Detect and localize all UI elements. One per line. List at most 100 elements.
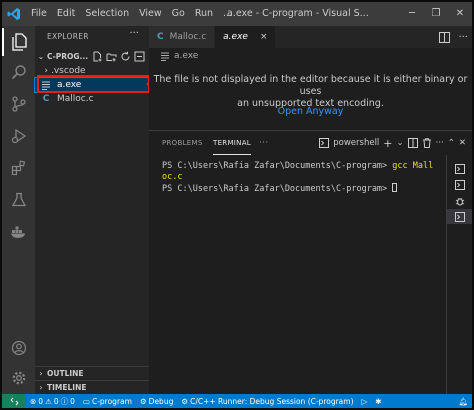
outline-section[interactable]: › OUTLINE xyxy=(35,366,149,380)
menu-go[interactable]: Go xyxy=(167,2,190,26)
split-terminal-icon[interactable] xyxy=(407,138,418,148)
close-icon[interactable]: ✕ xyxy=(448,2,472,26)
chevron-down-icon[interactable]: ⌄ xyxy=(397,138,404,148)
refresh-icon[interactable] xyxy=(120,51,131,62)
account-icon[interactable] xyxy=(2,334,35,362)
terminal-instance-4[interactable] xyxy=(447,209,472,224)
debug-label: Debug xyxy=(148,396,174,406)
menu-selection[interactable]: Selection xyxy=(80,2,134,26)
tab-malloc-c[interactable]: C Malloc.c xyxy=(149,26,216,48)
status-bar: ⊗ 0 ⚠ 0 ⓘ 0 ▭ C-program ⚙ Debug ⚙ C/C++ Runner… xyxy=(2,394,472,408)
window-title: a.exe - C-program - Visual S... xyxy=(227,8,369,19)
trash-icon[interactable] xyxy=(422,138,432,148)
play-icon: ▷ xyxy=(361,396,368,406)
project-header[interactable]: ⌄ C-PROG... xyxy=(35,48,149,64)
run-debug-icon[interactable] xyxy=(2,122,35,150)
notifications-status[interactable]: 🔔︎ xyxy=(454,397,472,406)
new-folder-icon[interactable] xyxy=(106,51,117,62)
message-line-1: The file is not displayed in the editor … xyxy=(153,74,468,97)
tree-item-label: Malloc.c xyxy=(57,94,94,104)
timeline-label: TIMELINE xyxy=(47,383,87,392)
info-icon: ⓘ xyxy=(60,396,69,406)
docker-icon[interactable] xyxy=(2,218,35,246)
open-anyway-label[interactable]: Open Anyway xyxy=(278,106,344,117)
tab-a-exe[interactable]: a.exe × xyxy=(215,26,277,48)
menu-run[interactable]: Run xyxy=(190,2,218,26)
menu-file[interactable]: File xyxy=(26,2,52,26)
debug-run-status[interactable]: ✱ xyxy=(371,397,385,406)
debug-console-icon xyxy=(455,179,465,190)
tree-item-malloc-c[interactable]: C Malloc.c xyxy=(35,92,149,106)
restore-icon[interactable]: ❐ xyxy=(424,2,448,26)
panel-toolbar: powershell + ⌄ ··· ⌃ ✕ xyxy=(319,131,466,155)
split-editor-icon[interactable] xyxy=(439,31,451,43)
remote-icon[interactable] xyxy=(2,394,26,408)
sidebar-more-icon[interactable]: ··· xyxy=(129,28,139,39)
sidebar-title: EXPLORER xyxy=(47,32,89,41)
terminal-line: PS C:\Users\Rafia Zafar\Documents\C-prog… xyxy=(162,183,433,195)
run-status[interactable]: ▷ xyxy=(358,397,372,406)
bell-icon: 🔔︎ xyxy=(458,396,468,406)
timeline-section[interactable]: › TIMELINE xyxy=(35,380,149,394)
menu-edit[interactable]: Edit xyxy=(52,2,80,26)
vscode-window: File Edit Selection View Go Run ... a.ex… xyxy=(0,0,474,410)
chevron-right-icon: › xyxy=(39,369,43,378)
maximize-panel-icon[interactable]: ⌃ xyxy=(448,138,455,148)
source-control-icon[interactable] xyxy=(2,90,35,118)
runner-status[interactable]: ⚙ C/C++ Runner: Debug Session (C-program) xyxy=(177,397,357,406)
binary-file-icon xyxy=(161,52,169,61)
terminal-instance-3[interactable] xyxy=(447,193,472,208)
editor-tabs: C Malloc.c a.exe × ··· xyxy=(149,26,472,48)
tab-actions: ··· xyxy=(439,26,468,48)
close-panel-icon[interactable]: ✕ xyxy=(459,138,466,148)
minimize-icon[interactable]: ─ xyxy=(400,2,424,26)
warning-icon: ⚠ xyxy=(45,396,52,406)
problems-status[interactable]: ⊗ 0 ⚠ 0 ⓘ 0 xyxy=(26,396,79,407)
vscode-logo-icon xyxy=(2,2,26,26)
shell-name[interactable]: powershell xyxy=(333,138,379,148)
close-tab-icon[interactable]: × xyxy=(260,32,268,42)
window-controls: ─ ❐ ✕ xyxy=(400,2,472,26)
debug-console-icon xyxy=(455,163,465,174)
search-icon[interactable] xyxy=(2,58,35,86)
tab-terminal[interactable]: TERMINAL xyxy=(213,131,251,155)
terminal-cursor xyxy=(392,183,398,192)
open-anyway-link[interactable]: Open Anyway xyxy=(149,106,472,117)
c-file-icon: C xyxy=(42,94,50,104)
terminal-icon xyxy=(455,211,465,222)
explorer-icon[interactable] xyxy=(2,28,35,56)
folder-status[interactable]: ▭ C-program xyxy=(79,397,136,406)
extensions-icon[interactable] xyxy=(2,154,35,182)
terminal-instance-1[interactable] xyxy=(447,161,472,176)
error-count: 0 xyxy=(38,396,44,406)
editor-area: The file is not displayed in the editor … xyxy=(149,64,472,128)
collapse-all-icon[interactable] xyxy=(134,51,145,62)
warning-count: 0 xyxy=(53,396,59,406)
terminal-command: oc.c xyxy=(162,172,183,182)
new-file-icon[interactable] xyxy=(92,51,103,62)
menu-view[interactable]: View xyxy=(134,2,167,26)
settings-gear-icon[interactable] xyxy=(2,364,35,392)
debug-status[interactable]: ⚙ Debug xyxy=(136,397,177,406)
more-actions-icon[interactable]: ··· xyxy=(436,138,444,148)
testing-icon[interactable] xyxy=(2,186,35,214)
more-actions-icon[interactable]: ··· xyxy=(458,32,468,43)
gear-icon: ⚙ xyxy=(181,396,189,406)
tab-label: a.exe xyxy=(223,32,248,42)
gear-icon: ⚙ xyxy=(139,396,147,406)
bug-icon: ✱ xyxy=(375,396,382,406)
terminal-line: oc.c xyxy=(162,172,433,183)
folder-label: C-program xyxy=(91,396,132,406)
chevron-right-icon: › xyxy=(39,383,43,392)
title-bar: File Edit Selection View Go Run ... a.ex… xyxy=(2,2,472,26)
tab-problems[interactable]: PROBLEMS xyxy=(162,131,203,155)
terminal-instance-2[interactable] xyxy=(447,177,472,192)
terminal-icon xyxy=(319,138,330,148)
panel-more-icon[interactable]: ··· xyxy=(259,131,268,155)
terminal-output[interactable]: PS C:\Users\Rafia Zafar\Documents\C-prog… xyxy=(162,161,433,195)
breadcrumb-item[interactable]: a.exe xyxy=(174,51,198,61)
explorer-tools xyxy=(92,51,145,62)
new-terminal-icon[interactable]: + xyxy=(383,137,392,150)
runner-label: C/C++ Runner: Debug Session (C-program) xyxy=(190,396,354,406)
bottom-panel: PROBLEMS TERMINAL ··· powershell + ⌄ ···… xyxy=(149,130,472,395)
